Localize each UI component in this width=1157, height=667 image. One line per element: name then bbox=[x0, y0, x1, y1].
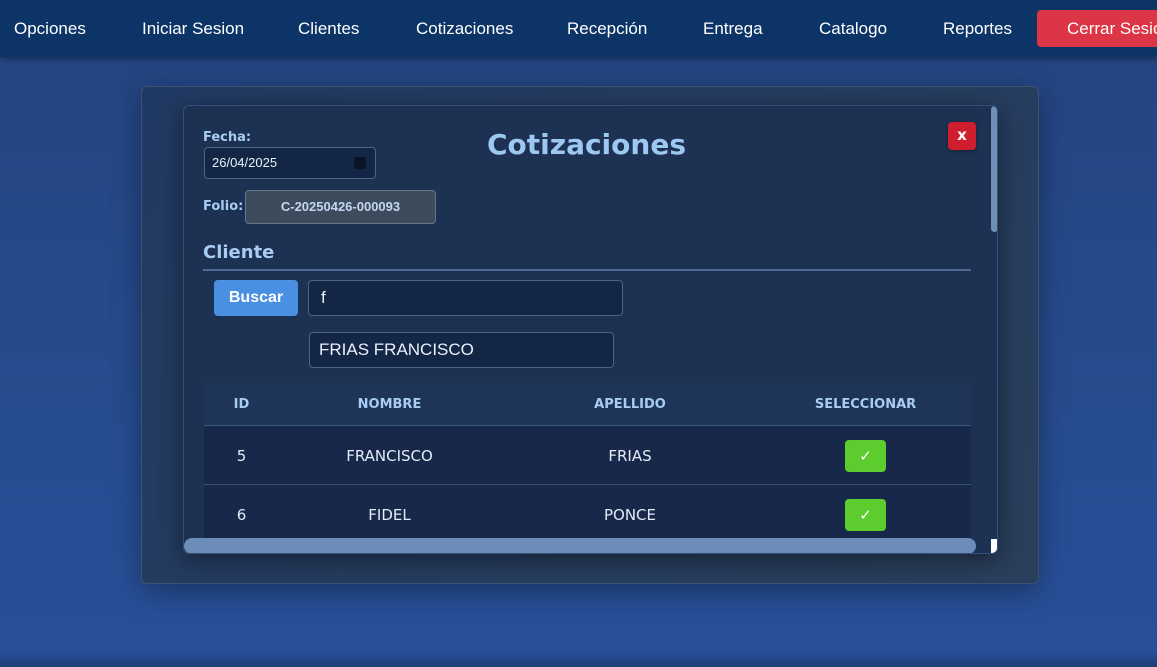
fecha-value: 26/04/2025 bbox=[212, 155, 278, 170]
table-header: ID NOMBRE APELLIDO SELECCIONAR bbox=[204, 383, 971, 426]
table-row: 6 FIDEL PONCE ✓ bbox=[204, 486, 971, 543]
nav-item-iniciar-sesion[interactable]: Iniciar Sesion bbox=[142, 0, 244, 57]
check-icon: ✓ bbox=[859, 506, 872, 524]
nav-item-opciones[interactable]: Opciones bbox=[14, 0, 86, 57]
nav-item-reportes[interactable]: Reportes bbox=[943, 0, 1012, 57]
page-bottom-edge bbox=[0, 652, 1157, 667]
fecha-date-input[interactable]: 26/04/2025 bbox=[204, 147, 376, 179]
table-row: 5 FRANCISCO FRIAS ✓ bbox=[204, 427, 971, 485]
column-header-nombre: NOMBRE bbox=[357, 397, 422, 412]
cell-apellido: PONCE bbox=[603, 506, 657, 524]
close-button[interactable]: x bbox=[948, 122, 976, 150]
nav-item-catalogo[interactable]: Catalogo bbox=[819, 0, 887, 57]
buscar-button[interactable]: Buscar bbox=[214, 280, 298, 316]
calendar-icon[interactable] bbox=[354, 157, 366, 169]
cell-apellido: FRIAS bbox=[608, 447, 652, 465]
cell-nombre: FIDEL bbox=[368, 506, 411, 524]
client-result-field[interactable]: FRIAS FRANCISCO bbox=[309, 332, 614, 368]
nav-item-entrega[interactable]: Entrega bbox=[703, 0, 763, 57]
folio-field: C-20250426-000093 bbox=[245, 190, 436, 224]
folio-label: Folio: bbox=[203, 199, 244, 214]
scrollbar-corner bbox=[991, 539, 997, 553]
select-client-button[interactable]: ✓ bbox=[845, 440, 886, 472]
modal-title: Cotizaciones bbox=[487, 128, 686, 161]
nav-item-recepcion[interactable]: Recepción bbox=[567, 0, 647, 57]
cotizaciones-modal: Fecha: 26/04/2025 Folio: C-20250426-0000… bbox=[183, 105, 998, 554]
logout-button[interactable]: Cerrar Sesion bbox=[1037, 10, 1157, 47]
select-client-button[interactable]: ✓ bbox=[845, 499, 886, 531]
column-header-id: ID bbox=[233, 397, 250, 412]
fecha-label: Fecha: bbox=[203, 130, 252, 145]
cell-id: 6 bbox=[236, 506, 247, 524]
clients-table: ID NOMBRE APELLIDO SELECCIONAR 5 FRANCIS… bbox=[204, 383, 971, 543]
check-icon: ✓ bbox=[859, 447, 872, 465]
cell-id: 5 bbox=[236, 447, 247, 465]
cliente-section-title: Cliente bbox=[203, 242, 275, 263]
column-header-apellido: APELLIDO bbox=[594, 397, 666, 412]
horizontal-scrollbar-thumb[interactable] bbox=[184, 538, 976, 553]
client-search-input[interactable]: f bbox=[308, 280, 623, 316]
nav-item-clientes[interactable]: Clientes bbox=[298, 0, 359, 57]
column-header-seleccionar: SELECCIONAR bbox=[814, 397, 917, 412]
section-divider bbox=[203, 269, 971, 271]
nav-item-cotizaciones[interactable]: Cotizaciones bbox=[416, 0, 513, 57]
top-navbar: Opciones Iniciar Sesion Clientes Cotizac… bbox=[0, 0, 1157, 57]
cell-nombre: FRANCISCO bbox=[346, 447, 433, 465]
vertical-scrollbar-thumb[interactable] bbox=[991, 106, 997, 232]
